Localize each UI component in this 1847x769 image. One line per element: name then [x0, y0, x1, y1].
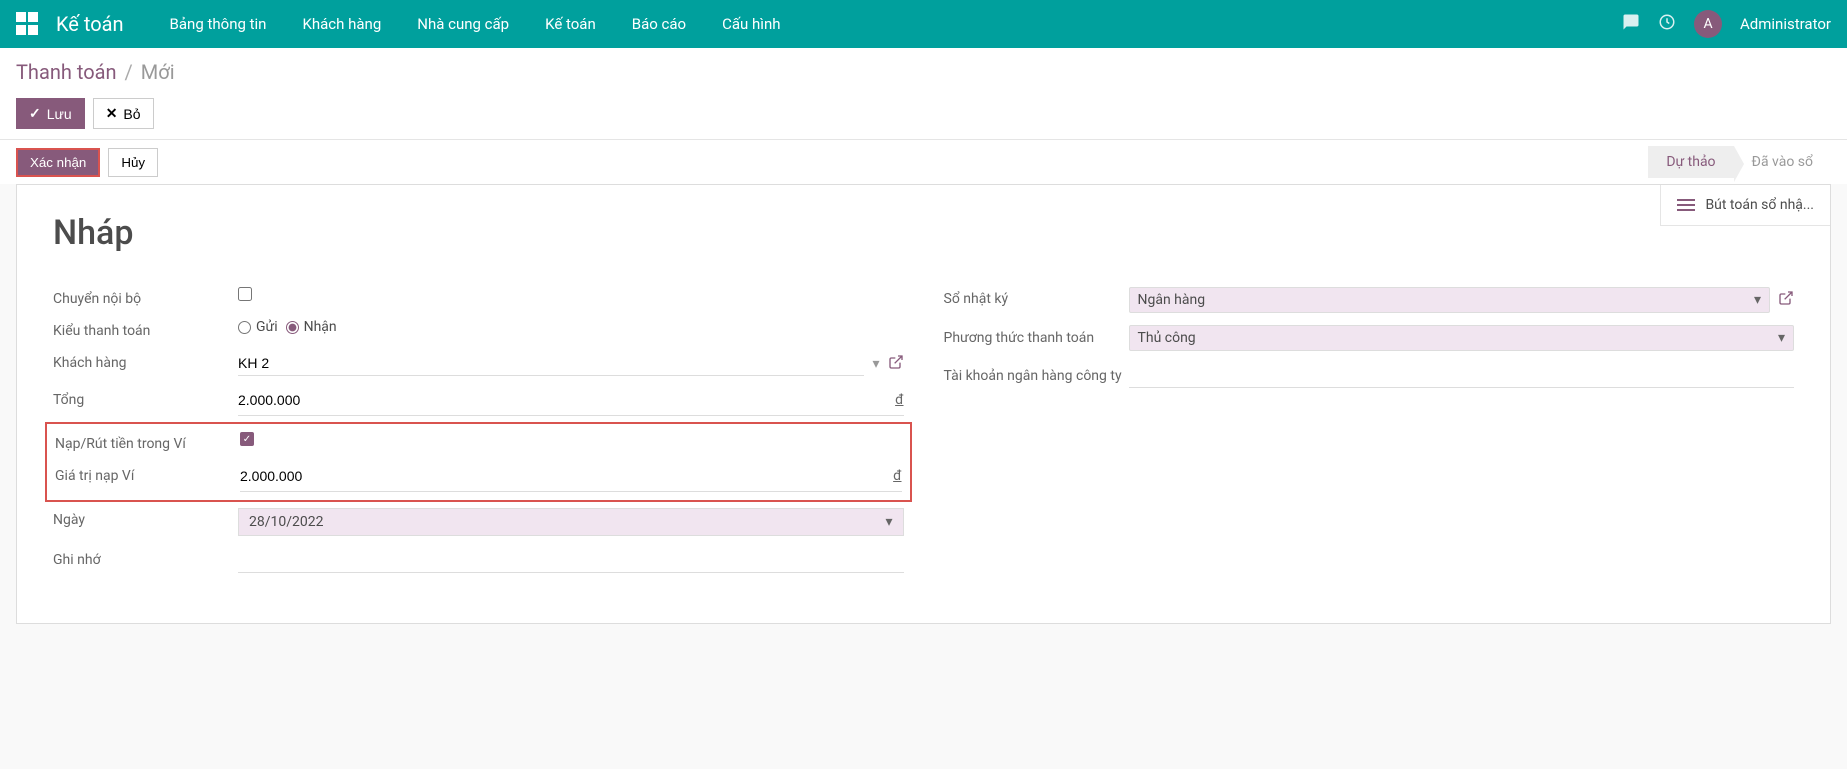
wallet-amount-field[interactable]	[240, 464, 893, 488]
method-field[interactable]: Thủ công ▾	[1129, 325, 1795, 351]
memo-field[interactable]	[238, 548, 904, 573]
form-sheet: Bút toán sổ nhậ... Nháp Chuyển nội bộ Ki…	[16, 184, 1831, 624]
journal-field[interactable]: Ngân hàng ▾	[1129, 287, 1771, 313]
right-column: Sổ nhật ký Ngân hàng ▾ Phương	[944, 281, 1795, 579]
date-value: 28/10/2022	[249, 514, 324, 530]
activity-icon[interactable]	[1658, 13, 1676, 35]
navbar-right: A Administrator	[1622, 10, 1831, 38]
amount-field[interactable]	[238, 388, 895, 412]
status-draft[interactable]: Dự thảo	[1648, 146, 1733, 178]
status-steps: Dự thảo Đã vào sổ	[1648, 146, 1831, 178]
customer-label: Khách hàng	[53, 351, 238, 371]
page-title: Nháp	[53, 213, 1794, 253]
radio-receive[interactable]	[286, 321, 299, 334]
discard-button[interactable]: Bỏ	[93, 98, 154, 129]
external-link-icon[interactable]	[888, 354, 904, 374]
internal-transfer-checkbox[interactable]	[238, 287, 252, 301]
apps-icon[interactable]	[16, 12, 40, 36]
nav-vendors[interactable]: Nhà cung cấp	[399, 0, 527, 48]
method-value: Thủ công	[1138, 330, 1196, 346]
chevron-down-icon: ▾	[1778, 330, 1785, 346]
journal-label: Sổ nhật ký	[944, 287, 1129, 307]
cp-buttons: Lưu Bỏ	[16, 98, 1831, 129]
nav-accounting[interactable]: Kế toán	[527, 0, 614, 48]
journal-entry-button[interactable]: Bút toán sổ nhậ...	[1660, 185, 1830, 226]
currency-symbol: đ	[895, 392, 903, 408]
wallet-section-highlight: Nạp/Rút tiền trong Ví ✓ Giá trị nạp Ví đ	[45, 422, 912, 502]
breadcrumb-sep: /	[125, 60, 133, 84]
chevron-down-icon: ▾	[1754, 292, 1761, 308]
top-navbar: Kế toán Bảng thông tin Khách hàng Nhà cu…	[0, 0, 1847, 48]
wallet-checkbox[interactable]: ✓	[240, 432, 254, 446]
left-column: Chuyển nội bộ Kiểu thanh toán Gửi	[53, 281, 904, 579]
chevron-down-icon: ▾	[885, 514, 892, 530]
date-field[interactable]: 28/10/2022 ▾	[238, 508, 904, 536]
control-panel: Thanh toán / Mới Lưu Bỏ	[0, 48, 1847, 139]
method-label: Phương thức thanh toán	[944, 325, 1129, 347]
internal-transfer-label: Chuyển nội bộ	[53, 287, 238, 307]
breadcrumb-root[interactable]: Thanh toán	[16, 60, 117, 84]
wallet-amount-label: Giá trị nạp Ví	[55, 464, 240, 484]
app-brand: Kế toán	[56, 12, 124, 36]
amount-label: Tổng	[53, 388, 238, 408]
breadcrumb-current: Mới	[141, 60, 175, 84]
payment-type-label: Kiểu thanh toán	[53, 319, 238, 339]
journal-value: Ngân hàng	[1138, 292, 1206, 308]
payment-type-send[interactable]: Gửi	[238, 319, 278, 335]
currency-symbol-2: đ	[893, 468, 901, 484]
nav-reports[interactable]: Báo cáo	[614, 0, 704, 48]
save-label: Lưu	[47, 106, 72, 122]
breadcrumb: Thanh toán / Mới	[16, 60, 1831, 84]
nav-dashboard[interactable]: Bảng thông tin	[152, 0, 285, 48]
save-button[interactable]: Lưu	[16, 98, 85, 129]
bank-label: Tài khoản ngân hàng công ty	[944, 363, 1129, 385]
memo-label: Ghi nhớ	[53, 548, 238, 568]
radio-send[interactable]	[238, 321, 251, 334]
journal-entry-label: Bút toán sổ nhậ...	[1705, 197, 1814, 213]
external-link-icon[interactable]	[1778, 290, 1794, 310]
chat-icon[interactable]	[1622, 13, 1640, 35]
wallet-label: Nạp/Rút tiền trong Ví	[55, 432, 240, 452]
cancel-button[interactable]: Hủy	[108, 148, 158, 177]
user-name[interactable]: Administrator	[1740, 15, 1831, 33]
payment-type-receive[interactable]: Nhận	[286, 319, 337, 335]
nav-config[interactable]: Cấu hình	[704, 0, 798, 48]
date-label: Ngày	[53, 508, 238, 528]
status-bar: Xác nhận Hủy Dự thảo Đã vào sổ	[0, 139, 1847, 184]
chevron-down-icon[interactable]: ▾	[872, 356, 879, 372]
close-icon	[106, 105, 118, 122]
bank-field[interactable]	[1129, 363, 1795, 388]
check-icon	[29, 105, 41, 122]
confirm-button[interactable]: Xác nhận	[16, 148, 100, 177]
customer-field[interactable]	[238, 351, 864, 376]
discard-label: Bỏ	[123, 106, 140, 122]
nav-menu: Bảng thông tin Khách hàng Nhà cung cấp K…	[152, 0, 799, 48]
avatar[interactable]: A	[1694, 10, 1722, 38]
status-posted[interactable]: Đã vào sổ	[1734, 146, 1831, 178]
nav-customers[interactable]: Khách hàng	[284, 0, 399, 48]
list-icon	[1677, 199, 1695, 211]
